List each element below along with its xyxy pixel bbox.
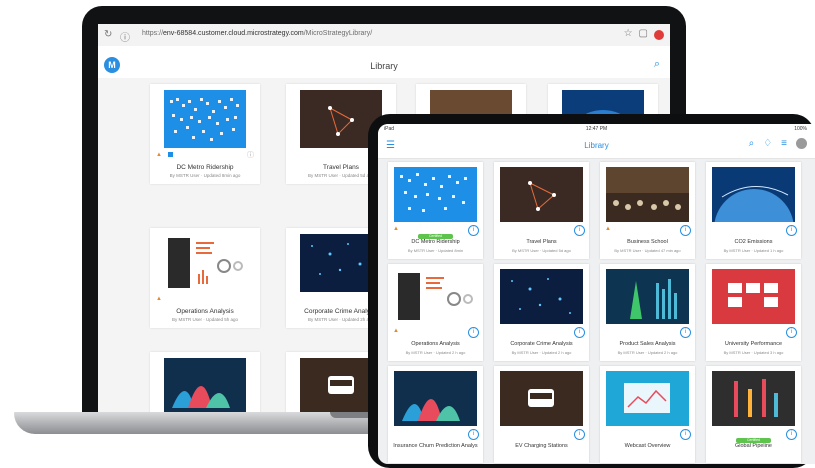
notification-icon[interactable]: ♢: [763, 138, 772, 149]
info-icon[interactable]: i: [574, 225, 585, 236]
dossier-meta: By MSTR User · Updated 2 h ago: [617, 350, 678, 355]
info-icon[interactable]: i: [786, 327, 797, 338]
tablet-screen: iPad 12:47 PM 100% ☰ Library ⌕ ♢ ≡ ▲ Cer…: [378, 124, 815, 464]
info-icon[interactable]: i: [786, 429, 797, 440]
dossier-meta: By MSTR User · Updated 1 h ago: [723, 248, 784, 253]
info-icon[interactable]: ⓘ: [247, 150, 254, 160]
dossier-thumbnail: [606, 167, 689, 222]
dossier-meta: By MSTR User · Updated 8min: [407, 248, 464, 253]
dossier-card[interactable]: i Corporate Crime Analysis By MSTR User …: [494, 264, 589, 361]
dossier-thumbnail: [394, 269, 477, 324]
dossier-thumbnail: [500, 167, 583, 222]
avatar[interactable]: [796, 138, 807, 149]
dossier-card[interactable]: ▲ ⓘ DC Metro Ridership By MSTR User · Up…: [150, 84, 260, 184]
clock: 12:47 PM: [585, 126, 608, 132]
dossier-card[interactable]: i Product Sales Analysis By MSTR User · …: [600, 264, 695, 361]
certified-icon: ▲: [393, 328, 399, 334]
certified-icon: ▲: [605, 226, 611, 232]
extension-icon[interactable]: ▢: [639, 28, 648, 40]
star-icon[interactable]: ☆: [624, 28, 633, 40]
dossier-thumbnail: [164, 234, 246, 292]
dossier-title: Product Sales Analysis: [619, 341, 676, 347]
certified-icon: ▲: [393, 226, 399, 232]
dossier-card[interactable]: Certified i Global Pipeline: [706, 366, 801, 463]
page-title: Library: [370, 61, 398, 71]
dossier-title: University Performance: [724, 341, 783, 347]
status-marker-icon: [168, 152, 173, 157]
search-icon[interactable]: ⌕: [749, 138, 755, 149]
info-icon[interactable]: i: [468, 429, 479, 440]
dossier-title: Business School: [627, 239, 668, 245]
dossier-card[interactable]: ▲ i Operations Analysis By MSTR User · U…: [388, 264, 483, 361]
dossier-title: CO2 Emissions: [734, 239, 773, 245]
dossier-thumbnail: [394, 167, 477, 222]
info-icon[interactable]: i: [680, 429, 691, 440]
dossier-thumbnail: [606, 371, 689, 426]
dossier-meta: By MSTR User · Updated 2 h ago: [511, 350, 572, 355]
dossier-card[interactable]: ▲ Operations Analysis By MSTR User · Upd…: [150, 228, 260, 328]
certified-icon: ▲: [156, 152, 162, 158]
dossier-card[interactable]: i University Performance By MSTR User · …: [706, 264, 801, 361]
dossier-thumbnail: [500, 371, 583, 426]
dossier-title: Webcast Overview: [624, 443, 671, 449]
dossier-thumbnail: [712, 371, 795, 426]
dossier-thumbnail: [606, 269, 689, 324]
extension-red-icon[interactable]: [654, 30, 664, 40]
dossier-card[interactable]: i CO2 Emissions By MSTR User · Updated 1…: [706, 162, 801, 259]
info-icon[interactable]: ⓘ: [120, 29, 130, 44]
info-icon[interactable]: i: [786, 225, 797, 236]
browser-address-bar[interactable]: ↻ ⓘ https://env-68584.customer.cloud.mic…: [98, 24, 670, 47]
info-icon[interactable]: i: [468, 327, 479, 338]
dossier-card[interactable]: i Travel Plans By MSTR User · Updated 5d…: [494, 162, 589, 259]
dossier-title: Operations Analysis: [411, 341, 460, 347]
dossier-meta: By MSTR User · Updated 5d ago: [512, 248, 571, 253]
dossier-title: Insurance Churn Prediction Analys: [393, 443, 478, 449]
dossier-card[interactable]: ▲ i Business School By MSTR User · Updat…: [600, 162, 695, 259]
dossier-thumbnail: [164, 90, 246, 148]
status-bar: iPad 12:47 PM 100%: [378, 124, 815, 134]
dossier-title: Global Pipeline: [735, 443, 772, 449]
dossier-meta: By MSTR User · Updated 5h ago: [171, 317, 239, 322]
info-icon[interactable]: i: [574, 327, 585, 338]
dossier-title: DC Metro Ridership: [411, 239, 460, 245]
battery-level: 100%: [794, 126, 807, 132]
dossier-title: Travel Plans: [526, 239, 557, 245]
dossier-thumbnail: [712, 167, 795, 222]
dossier-meta: By MSTR User · Updated 2 h ago: [405, 350, 466, 355]
dossier-title: Operations Analysis: [176, 308, 234, 315]
url-text[interactable]: https://env-68584.customer.cloud.microst…: [142, 30, 372, 37]
dossier-meta: By MSTR User · Updated 8min ago: [169, 173, 241, 178]
info-icon[interactable]: i: [680, 327, 691, 338]
dossier-thumbnail: [394, 371, 477, 426]
sort-icon[interactable]: ≡: [781, 138, 787, 149]
dossier-card[interactable]: [150, 352, 260, 412]
dossier-thumbnail: [712, 269, 795, 324]
dossier-thumbnail: [164, 358, 246, 412]
dossier-card[interactable]: i Webcast Overview: [600, 366, 695, 463]
dossier-card[interactable]: i Insurance Churn Prediction Analys: [388, 366, 483, 463]
dossier-card[interactable]: i EV Charging Stations: [494, 366, 589, 463]
dossier-title: DC Metro Ridership: [176, 164, 234, 171]
dossier-thumbnail: [500, 269, 583, 324]
dossier-meta: By MSTR User · Updated 3 h ago: [723, 350, 784, 355]
info-icon[interactable]: i: [574, 429, 585, 440]
dossier-card[interactable]: ▲ Certified i DC Metro Ridership By MSTR…: [388, 162, 483, 259]
info-icon[interactable]: i: [680, 225, 691, 236]
dossier-title: EV Charging Stations: [515, 443, 568, 449]
dossier-title: Corporate Crime Analysis: [510, 341, 573, 347]
reload-icon[interactable]: ↻: [104, 29, 112, 40]
search-icon[interactable]: ⌕: [654, 58, 660, 71]
info-icon[interactable]: i: [468, 225, 479, 236]
certified-icon: ▲: [156, 296, 162, 302]
dossier-meta: By MSTR User · Updated 47 min ago: [614, 248, 681, 253]
